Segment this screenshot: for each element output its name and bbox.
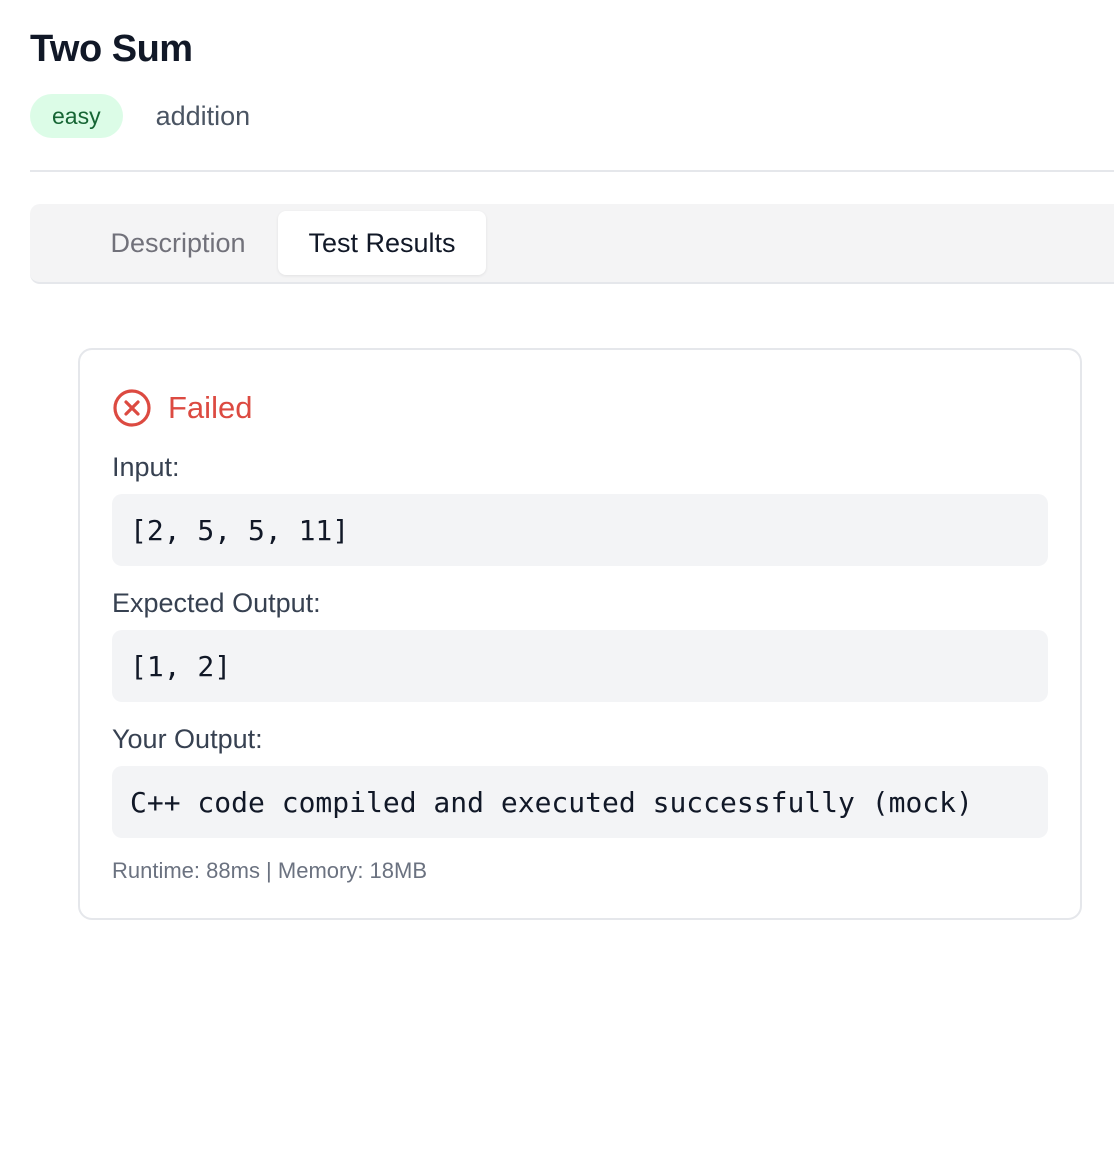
input-label: Input: [112,452,180,482]
difficulty-badge: easy [30,94,123,138]
x-circle-icon [113,389,151,427]
your-output-label: Your Output: [112,724,263,754]
runtime-stats: Runtime: 88ms | Memory: 18MB [112,858,428,883]
problem-page: Two Sum easy addition Description Test R… [0,0,1114,1154]
input-value: [2, 5, 5, 11] [112,494,1048,566]
problem-meta: easy addition [30,94,250,138]
test-result-card: Failed Input: [2, 5, 5, 11] Expected Out… [78,348,1082,920]
your-output-value: C++ code compiled and executed successfu… [112,766,1048,838]
problem-tag: addition [155,100,251,131]
expected-output-value: [1, 2] [112,630,1048,702]
status-text: Failed [168,390,253,425]
tab-test-results[interactable]: Test Results [278,211,486,275]
header-divider [30,170,1114,172]
problem-title: Two Sum [30,28,193,70]
tab-description[interactable]: Description [78,211,278,275]
tab-bar: Description Test Results [30,204,1114,284]
result-status: Failed [112,388,252,428]
expected-output-label: Expected Output: [112,588,321,618]
